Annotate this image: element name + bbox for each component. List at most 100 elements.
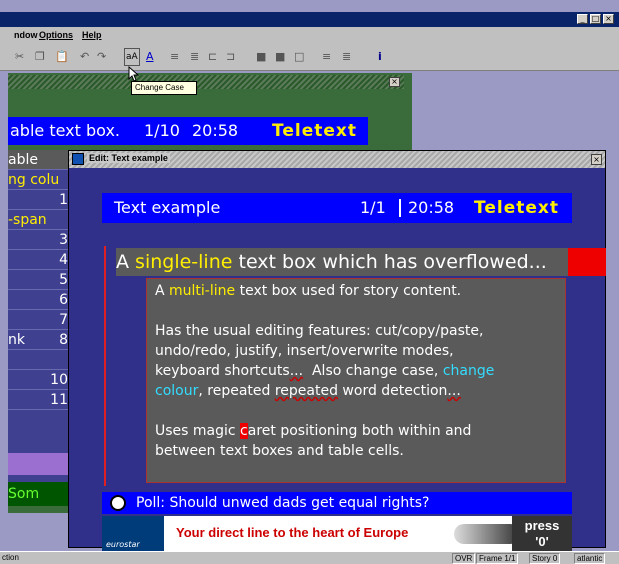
back-table-row[interactable] [8,350,72,370]
box-mid-icon[interactable]: ■ [275,50,285,64]
editor-content: A single-line text box which has overflo… [102,246,606,491]
back-table-row[interactable]: 11 [8,390,72,410]
front-time: 20:58 [408,198,455,217]
advert-banner[interactable]: eurostar Your direct line to the heart o… [102,516,572,552]
undo-icon[interactable]: ↶ [80,50,89,64]
front-header-bar: Text example 1/1 20:58 Teletext [102,193,572,223]
insert-col-icon[interactable]: ⊐ [226,50,235,64]
menu-bar: ndow Options Help [0,27,619,44]
text-caret: c [240,423,248,439]
redo-icon[interactable]: ↷ [97,50,106,64]
back-row-value: 10 [50,372,68,388]
back-table-row[interactable]: -span [8,210,72,230]
back-table-row[interactable]: 1 [8,190,72,210]
back-table-row[interactable]: 10 [8,370,72,390]
paste-icon[interactable]: 📋 [55,50,69,64]
story-p2c-mid: Also change case, [303,363,443,379]
story-textbox[interactable]: A multi-line text box used for story con… [146,278,566,483]
mode-indicator: OVR [452,553,476,564]
story-p2d-mid: , repeated [198,383,275,399]
back-row-label: nk [8,332,25,348]
box-dark-icon[interactable]: ■ [256,50,266,64]
back-table-row[interactable]: 4 [8,250,72,270]
press-zero-label: press '0' [512,516,572,552]
back-close-icon[interactable]: × [389,77,400,87]
back-row-value: 4 [59,252,68,268]
server-indicator: atlantic [574,553,606,564]
zero-label: '0' [535,534,549,549]
back-teletext-logo: Teletext [272,121,357,141]
minimize-icon[interactable]: _ [577,14,588,24]
frame-marker [104,246,106,486]
change-case-tooltip: Change Case [131,81,197,95]
train-image [454,524,514,544]
list-icon[interactable]: ≣ [342,50,351,64]
story-p3b: between text boxes and table cells. [155,443,404,459]
align-left-icon[interactable]: ≡ [170,50,179,64]
back-row-value: 7 [59,312,68,328]
insert-row-icon[interactable]: ⊏ [208,50,217,64]
back-row-value: 6 [59,292,68,308]
story-p2a: Has the usual editing features: cut/copy… [155,323,484,339]
status-text: ction [2,553,19,562]
back-header-bar: able text box. 1/10 20:58 Teletext [8,117,368,145]
menu-options[interactable]: Options [39,30,73,40]
back-table-row[interactable]: 7 [8,310,72,330]
mouse-cursor-icon [128,66,140,82]
front-teletext-logo: Teletext [474,198,559,218]
back-table[interactable]: able ng colu 1 -span 3 4 5 6 7 nk 8 10 11 [8,150,72,490]
frame-indicator: Frame 1/1 [476,553,519,564]
text-colour-icon[interactable]: A [146,50,154,64]
justify-icon[interactable]: ≡ [322,50,331,64]
story-p2c-dots: ... [289,363,304,379]
back-row-value: 3 [59,232,68,248]
desktop: _ □ × ndow Options Help ✂ ❐ 📋 ↶ ↷ aA A ≡… [0,0,619,564]
headline-textbox[interactable]: A single-line text box which has overflo… [116,248,606,276]
story-p1-post: text box used for story content. [235,283,462,299]
story-p1-hl: multi-line [169,283,236,299]
back-table-row[interactable]: 6 [8,290,72,310]
story-p2d-post: word detection [337,383,448,399]
back-table-row[interactable]: nk 8 [8,330,72,350]
back-window-titlebar [8,75,404,89]
main-titlebar: _ □ × [0,12,619,27]
back-row-value: 8 [59,332,68,348]
maximize-icon[interactable]: □ [590,14,601,24]
story-p1-pre: A [155,283,170,299]
story-p3a-pre: Uses magic [155,423,241,439]
box-empty-icon[interactable]: □ [294,50,304,64]
header-separator [399,199,401,217]
window-app-icon [72,153,84,165]
front-window-title: Edit: Text example [87,153,170,163]
menu-window[interactable]: ndow [14,30,38,40]
back-table-subtitle: ng colu [8,170,72,190]
back-time: 20:58 [192,121,239,140]
back-table-row[interactable]: 3 [8,230,72,250]
story-p2d-dots: ... [447,383,461,399]
back-row-value: 1 [59,192,68,208]
back-bottom-text: Som [8,482,72,506]
front-close-icon[interactable]: × [591,154,602,165]
cut-icon[interactable]: ✂ [15,50,24,64]
overflow-marker [568,248,606,276]
advert-text: Your direct line to the heart of Europe [176,525,409,540]
back-table-title: able [8,150,72,170]
close-icon[interactable]: × [603,14,614,24]
copy-icon[interactable]: ❐ [35,50,45,64]
align-center-icon[interactable]: ≣ [190,50,199,64]
info-icon[interactable]: i [378,50,382,64]
story-p3a-post: aret positioning both within and [247,423,472,439]
back-table-row[interactable]: 5 [8,270,72,290]
back-row-value: 11 [50,392,68,408]
status-bar: ction OVR Frame 1/1 Story 0 atlantic [0,551,619,564]
poll-radio-icon[interactable] [110,495,126,511]
change-case-icon[interactable]: aA [124,48,140,66]
back-wave-image [8,453,72,475]
headline-pre: A [116,251,136,273]
story-p2c-hl: change [442,363,495,379]
menu-help[interactable]: Help [82,30,102,40]
headline-post: text box which has overflowed... [232,251,547,273]
poll-bar[interactable]: Poll: Should unwed dads get equal rights… [102,492,572,514]
front-window-titlebar: Edit: Text example [69,151,605,168]
story-p2c-pre: keyboard shortcuts [155,363,290,379]
